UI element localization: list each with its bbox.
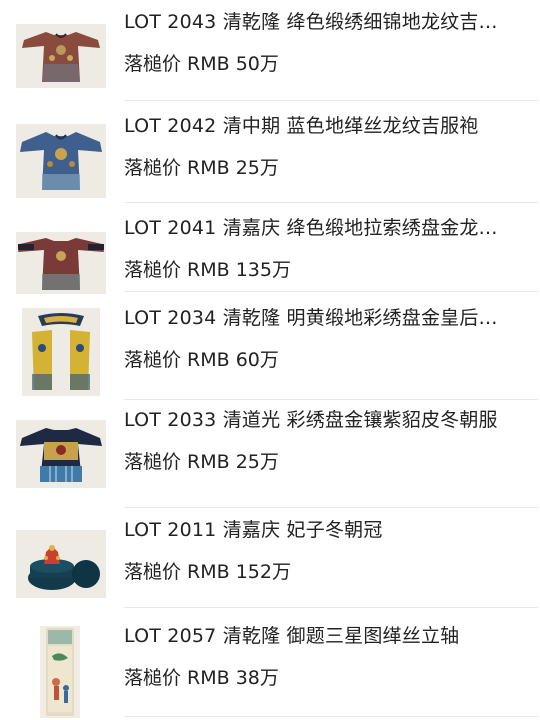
crown-box-image[interactable] <box>16 530 106 598</box>
hammer-price: 落槌价 RMB 152万 <box>124 561 291 583</box>
hammer-price: 落槌价 RMB 38万 <box>124 667 279 689</box>
lot-item[interactable]: LOT 2033 清道光 彩绣盘金镶紫貂皮冬朝服 落槌价 RMB 25万 <box>0 400 540 508</box>
lot-item[interactable]: LOT 2041 清嘉庆 绛色缎地拉索绣盘金龙纹吉服袍 落槌价 RMB 135万 <box>0 204 540 294</box>
hammer-price: 落槌价 RMB 25万 <box>124 157 279 179</box>
lot-title: LOT 2011 清嘉庆 妃子冬朝冠 <box>124 519 383 541</box>
scroll-painting-image[interactable] <box>40 626 80 718</box>
lot-title: LOT 2041 清嘉庆 绛色缎地拉索绣盘金龙纹吉服袍 <box>124 217 508 239</box>
hammer-price: 落槌价 RMB 50万 <box>124 53 279 75</box>
yellow-vest-image[interactable] <box>22 308 100 396</box>
auction-lot-list: LOT 2043 清乾隆 绛色缎绣细锦地龙纹吉服袍 落槌价 RMB 50万 LO… <box>0 0 540 720</box>
divider <box>124 202 540 203</box>
lot-item[interactable]: LOT 2057 清乾隆 御题三星图缂丝立轴 落槌价 RMB 38万 <box>0 608 540 720</box>
hammer-price: 落槌价 RMB 135万 <box>124 259 291 281</box>
lot-item[interactable]: LOT 2011 清嘉庆 妃子冬朝冠 落槌价 RMB 152万 <box>0 508 540 608</box>
lot-item[interactable]: LOT 2042 清中期 蓝色地缂丝龙纹吉服袍 落槌价 RMB 25万 <box>0 102 540 204</box>
lot-item[interactable]: LOT 2043 清乾隆 绛色缎绣细锦地龙纹吉服袍 落槌价 RMB 50万 <box>0 0 540 102</box>
lot-title: LOT 2043 清乾隆 绛色缎绣细锦地龙纹吉服袍 <box>124 11 508 33</box>
hammer-price: 落槌价 RMB 60万 <box>124 349 279 371</box>
lot-item[interactable]: LOT 2034 清乾隆 明黄缎地彩绣盘金皇后朝褂 落槌价 RMB 60万 <box>0 292 540 400</box>
red-dragon-robe-image[interactable] <box>16 24 106 88</box>
divider <box>124 100 540 101</box>
red-robe-image[interactable] <box>16 232 106 294</box>
lot-title: LOT 2034 清乾隆 明黄缎地彩绣盘金皇后朝褂 <box>124 307 508 329</box>
divider <box>124 716 540 717</box>
lot-title: LOT 2033 清道光 彩绣盘金镶紫貂皮冬朝服 <box>124 409 498 431</box>
blue-dragon-robe-image[interactable] <box>16 124 106 198</box>
court-robe-image[interactable] <box>16 420 106 488</box>
lot-title: LOT 2042 清中期 蓝色地缂丝龙纹吉服袍 <box>124 115 479 137</box>
lot-title: LOT 2057 清乾隆 御题三星图缂丝立轴 <box>124 625 460 647</box>
hammer-price: 落槌价 RMB 25万 <box>124 451 279 473</box>
